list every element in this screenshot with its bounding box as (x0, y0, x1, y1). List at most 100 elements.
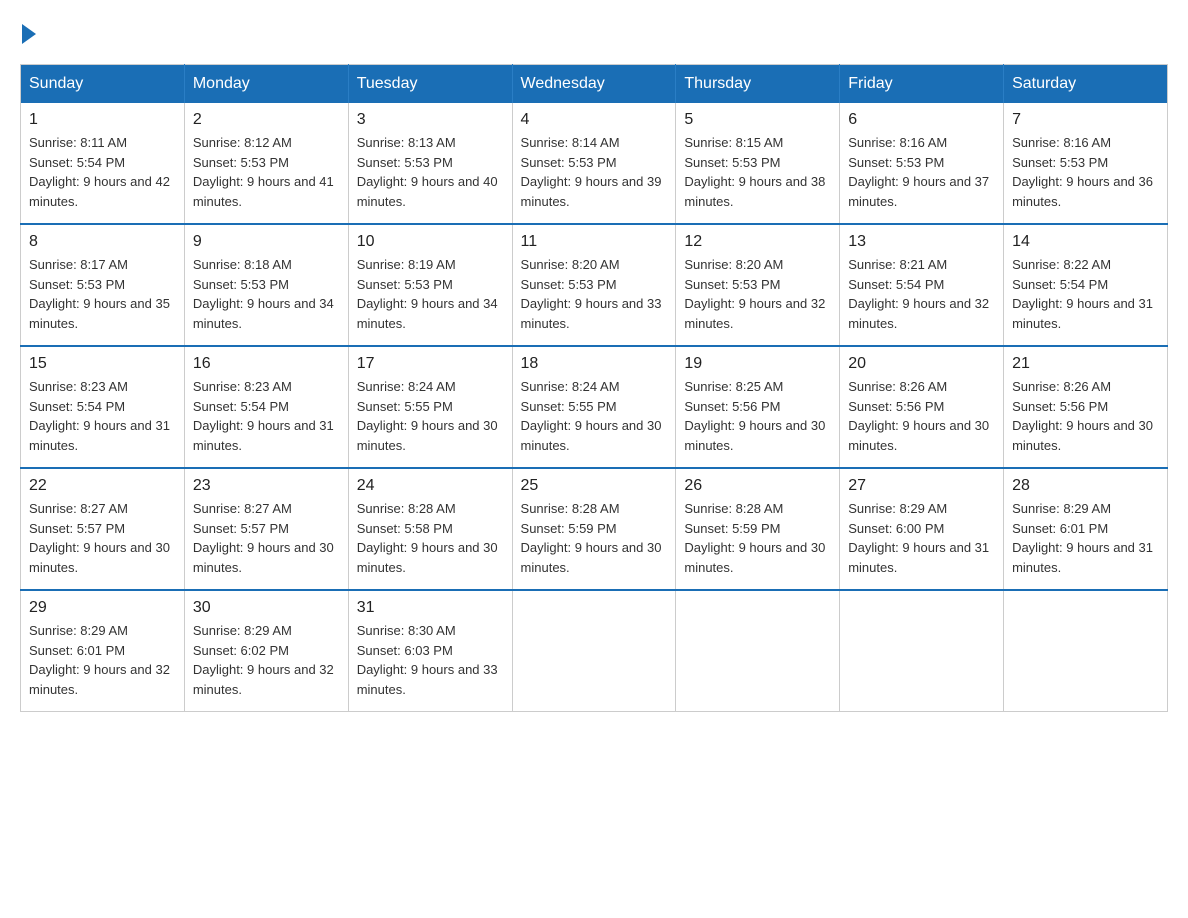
day-info: Sunrise: 8:28 AMSunset: 5:59 PMDaylight:… (684, 501, 825, 575)
day-number: 11 (521, 233, 668, 251)
day-number: 7 (1012, 111, 1159, 129)
calendar-cell: 26 Sunrise: 8:28 AMSunset: 5:59 PMDayligh… (676, 468, 840, 590)
day-info: Sunrise: 8:27 AMSunset: 5:57 PMDaylight:… (193, 501, 334, 575)
day-info: Sunrise: 8:23 AMSunset: 5:54 PMDaylight:… (193, 379, 334, 453)
day-number: 3 (357, 111, 504, 129)
day-info: Sunrise: 8:24 AMSunset: 5:55 PMDaylight:… (521, 379, 662, 453)
calendar-cell: 25 Sunrise: 8:28 AMSunset: 5:59 PMDayligh… (512, 468, 676, 590)
day-info: Sunrise: 8:28 AMSunset: 5:59 PMDaylight:… (521, 501, 662, 575)
day-info: Sunrise: 8:29 AMSunset: 6:02 PMDaylight:… (193, 623, 334, 697)
calendar-week-row: 8 Sunrise: 8:17 AMSunset: 5:53 PMDaylight… (21, 224, 1168, 346)
day-number: 25 (521, 477, 668, 495)
calendar-cell: 14 Sunrise: 8:22 AMSunset: 5:54 PMDayligh… (1004, 224, 1168, 346)
day-info: Sunrise: 8:29 AMSunset: 6:01 PMDaylight:… (29, 623, 170, 697)
day-number: 2 (193, 111, 340, 129)
calendar-cell: 21Sunrise: 8:26 AMSunset: 5:56 PMDayligh… (1004, 346, 1168, 468)
day-info: Sunrise: 8:18 AMSunset: 5:53 PMDaylight:… (193, 257, 334, 331)
day-info: Sunrise: 8:21 AMSunset: 5:54 PMDaylight:… (848, 257, 989, 331)
calendar-table: SundayMondayTuesdayWednesdayThursdayFrid… (20, 64, 1168, 712)
day-info: Sunrise: 8:29 AMSunset: 6:00 PMDaylight:… (848, 501, 989, 575)
day-info: Sunrise: 8:16 AMSunset: 5:53 PMDaylight:… (1012, 135, 1153, 209)
day-number: 20 (848, 355, 995, 373)
calendar-cell (1004, 590, 1168, 712)
calendar-cell: 28 Sunrise: 8:29 AMSunset: 6:01 PMDayligh… (1004, 468, 1168, 590)
day-info: Sunrise: 8:13 AMSunset: 5:53 PMDaylight:… (357, 135, 498, 209)
calendar-week-row: 15 Sunrise: 8:23 AMSunset: 5:54 PMDayligh… (21, 346, 1168, 468)
calendar-cell: 15Sunrise: 8:23 AMSunset: 5:54 PMDayligh… (21, 346, 185, 468)
day-info: Sunrise: 8:12 AMSunset: 5:53 PMDaylight:… (193, 135, 334, 209)
day-info: Sunrise: 8:27 AMSunset: 5:57 PMDaylight:… (29, 501, 170, 575)
day-number: 17 (357, 355, 504, 373)
day-info: Sunrise: 8:19 AMSunset: 5:53 PMDaylight:… (357, 257, 498, 331)
calendar-cell: 9 Sunrise: 8:18 AMSunset: 5:53 PMDaylight… (184, 224, 348, 346)
day-info: Sunrise: 8:22 AMSunset: 5:54 PMDaylight:… (1012, 257, 1153, 331)
calendar-cell: 24Sunrise: 8:28 AMSunset: 5:58 PMDayligh… (348, 468, 512, 590)
day-number: 15 (29, 355, 176, 373)
calendar-cell: 19 Sunrise: 8:25 AMSunset: 5:56 PMDayligh… (676, 346, 840, 468)
calendar-cell (840, 590, 1004, 712)
calendar-cell: 5Sunrise: 8:15 AMSunset: 5:53 PMDaylight… (676, 103, 840, 224)
calendar-cell: 7 Sunrise: 8:16 AMSunset: 5:53 PMDaylight… (1004, 103, 1168, 224)
day-number: 27 (848, 477, 995, 495)
day-number: 22 (29, 477, 176, 495)
calendar-week-row: 1 Sunrise: 8:11 AMSunset: 5:54 PMDaylight… (21, 103, 1168, 224)
day-info: Sunrise: 8:11 AMSunset: 5:54 PMDaylight:… (29, 135, 170, 209)
calendar-cell: 8 Sunrise: 8:17 AMSunset: 5:53 PMDaylight… (21, 224, 185, 346)
day-info: Sunrise: 8:29 AMSunset: 6:01 PMDaylight:… (1012, 501, 1153, 575)
calendar-cell (512, 590, 676, 712)
calendar-cell: 20 Sunrise: 8:26 AMSunset: 5:56 PMDayligh… (840, 346, 1004, 468)
calendar-cell: 1 Sunrise: 8:11 AMSunset: 5:54 PMDaylight… (21, 103, 185, 224)
day-number: 10 (357, 233, 504, 251)
day-info: Sunrise: 8:20 AMSunset: 5:53 PMDaylight:… (684, 257, 825, 331)
day-number: 12 (684, 233, 831, 251)
day-number: 14 (1012, 233, 1159, 251)
header (20, 20, 1168, 44)
day-number: 28 (1012, 477, 1159, 495)
day-info: Sunrise: 8:25 AMSunset: 5:56 PMDaylight:… (684, 379, 825, 453)
calendar-cell: 2 Sunrise: 8:12 AMSunset: 5:53 PMDaylight… (184, 103, 348, 224)
calendar-cell: 17 Sunrise: 8:24 AMSunset: 5:55 PMDayligh… (348, 346, 512, 468)
weekday-header-friday: Friday (840, 65, 1004, 104)
day-number: 1 (29, 111, 176, 129)
logo (20, 20, 36, 44)
day-info: Sunrise: 8:20 AMSunset: 5:53 PMDaylight:… (521, 257, 662, 331)
day-number: 26 (684, 477, 831, 495)
calendar-cell: 18Sunrise: 8:24 AMSunset: 5:55 PMDayligh… (512, 346, 676, 468)
calendar-week-row: 29 Sunrise: 8:29 AMSunset: 6:01 PMDayligh… (21, 590, 1168, 712)
day-info: Sunrise: 8:24 AMSunset: 5:55 PMDaylight:… (357, 379, 498, 453)
weekday-header-sunday: Sunday (21, 65, 185, 104)
day-number: 13 (848, 233, 995, 251)
day-info: Sunrise: 8:14 AMSunset: 5:53 PMDaylight:… (521, 135, 662, 209)
day-info: Sunrise: 8:17 AMSunset: 5:53 PMDaylight:… (29, 257, 170, 331)
day-number: 4 (521, 111, 668, 129)
day-number: 6 (848, 111, 995, 129)
calendar-week-row: 22 Sunrise: 8:27 AMSunset: 5:57 PMDayligh… (21, 468, 1168, 590)
weekday-header-monday: Monday (184, 65, 348, 104)
weekday-header-wednesday: Wednesday (512, 65, 676, 104)
day-info: Sunrise: 8:26 AMSunset: 5:56 PMDaylight:… (848, 379, 989, 453)
calendar-cell: 31Sunrise: 8:30 AMSunset: 6:03 PMDayligh… (348, 590, 512, 712)
calendar-cell: 27 Sunrise: 8:29 AMSunset: 6:00 PMDayligh… (840, 468, 1004, 590)
calendar-cell: 4 Sunrise: 8:14 AMSunset: 5:53 PMDaylight… (512, 103, 676, 224)
day-number: 9 (193, 233, 340, 251)
calendar-cell: 22 Sunrise: 8:27 AMSunset: 5:57 PMDayligh… (21, 468, 185, 590)
day-number: 30 (193, 599, 340, 617)
day-number: 23 (193, 477, 340, 495)
day-number: 29 (29, 599, 176, 617)
calendar-cell: 16 Sunrise: 8:23 AMSunset: 5:54 PMDayligh… (184, 346, 348, 468)
day-info: Sunrise: 8:30 AMSunset: 6:03 PMDaylight:… (357, 623, 498, 697)
day-number: 16 (193, 355, 340, 373)
day-number: 24 (357, 477, 504, 495)
calendar-cell: 23 Sunrise: 8:27 AMSunset: 5:57 PMDayligh… (184, 468, 348, 590)
day-info: Sunrise: 8:16 AMSunset: 5:53 PMDaylight:… (848, 135, 989, 209)
day-number: 19 (684, 355, 831, 373)
weekday-header-row: SundayMondayTuesdayWednesdayThursdayFrid… (21, 65, 1168, 104)
calendar-cell (676, 590, 840, 712)
calendar-cell: 12 Sunrise: 8:20 AMSunset: 5:53 PMDayligh… (676, 224, 840, 346)
day-number: 8 (29, 233, 176, 251)
calendar-cell: 6 Sunrise: 8:16 AMSunset: 5:53 PMDaylight… (840, 103, 1004, 224)
calendar-cell: 30 Sunrise: 8:29 AMSunset: 6:02 PMDayligh… (184, 590, 348, 712)
day-info: Sunrise: 8:15 AMSunset: 5:53 PMDaylight:… (684, 135, 825, 209)
day-info: Sunrise: 8:26 AMSunset: 5:56 PMDaylight:… (1012, 379, 1153, 453)
weekday-header-saturday: Saturday (1004, 65, 1168, 104)
